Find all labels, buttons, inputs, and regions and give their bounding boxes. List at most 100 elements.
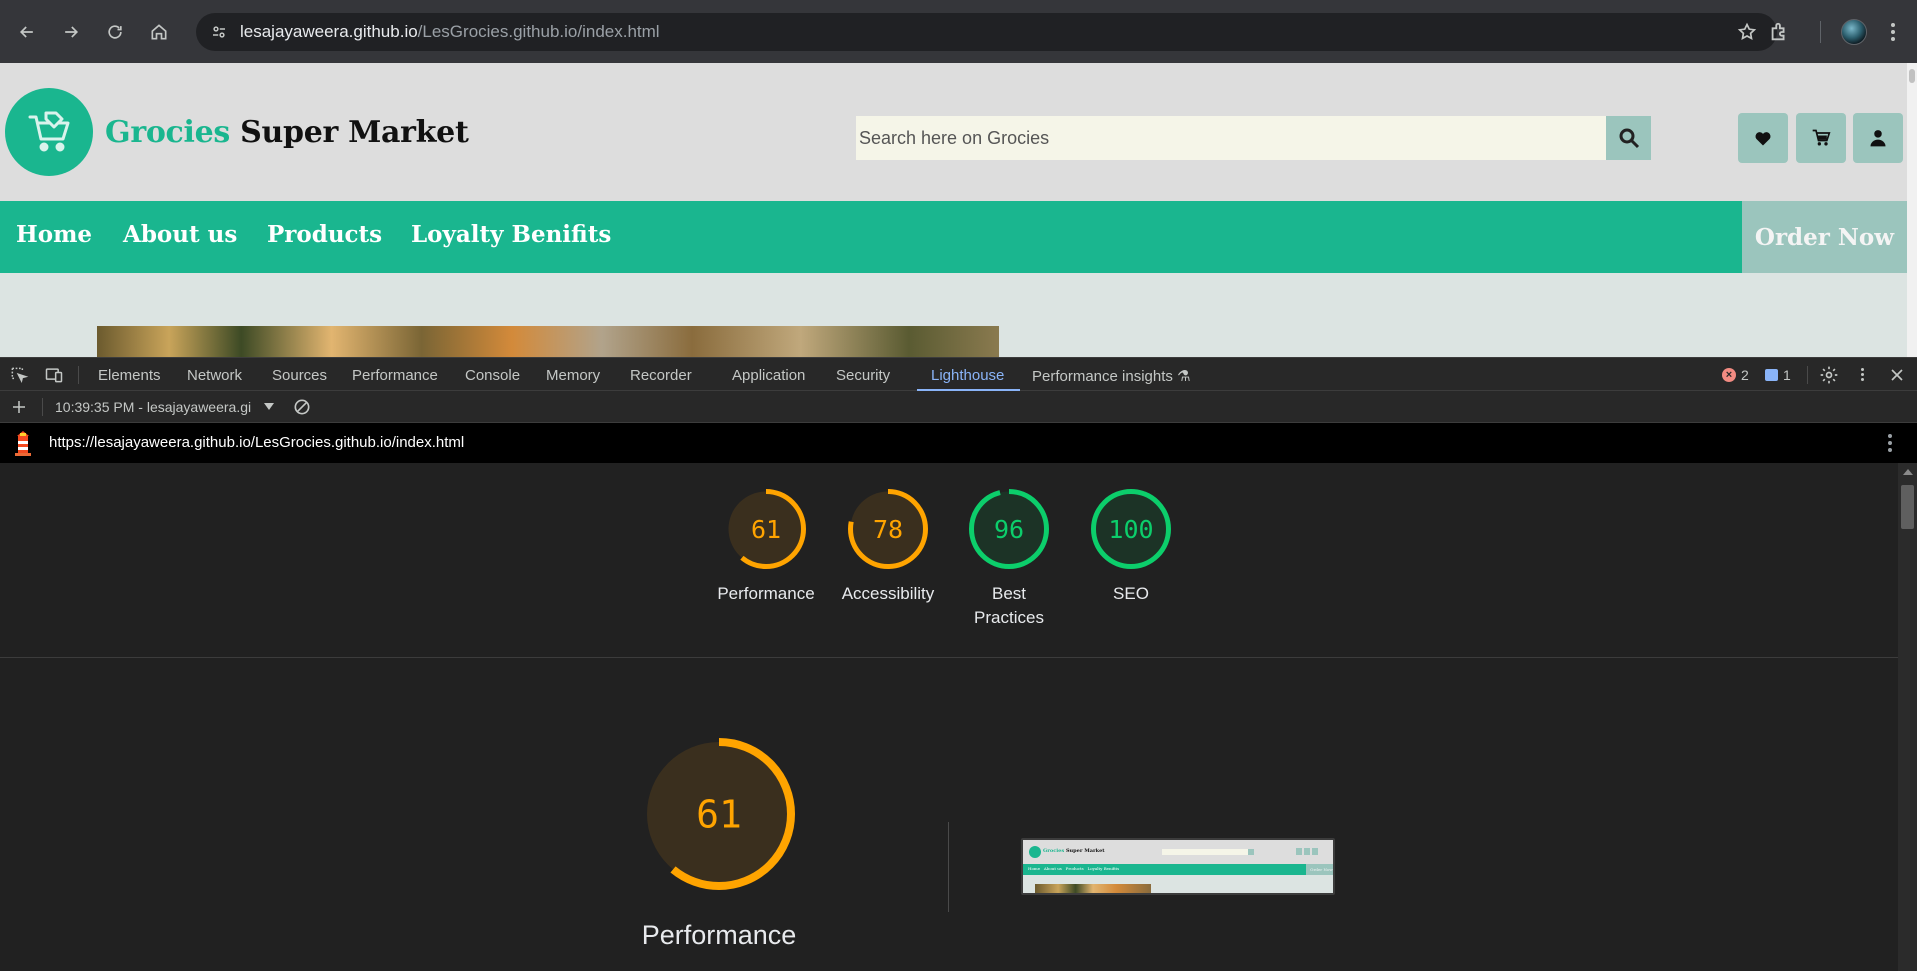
device-toolbar-icon[interactable] [44, 365, 64, 385]
gauge-performance[interactable]: 61 [725, 488, 807, 575]
tab-console[interactable]: Console [465, 367, 520, 384]
tab-separator [78, 366, 79, 384]
gauge-accessibility[interactable]: 78 [847, 488, 929, 575]
main-performance: 61 [643, 738, 795, 890]
lighthouse-report [0, 463, 1898, 971]
tab-performance-insights[interactable]: Performance insights ⚗ [1032, 367, 1191, 385]
shopping-cart-tag-icon [28, 111, 70, 152]
thumb-brand-green: Grocies [1043, 848, 1065, 854]
settings-gear-icon[interactable] [1819, 365, 1839, 385]
screen: lesajayaweera.github.io/LesGrocies.githu… [0, 0, 1917, 971]
nav-about[interactable]: About us [123, 221, 237, 248]
error-count-badge[interactable]: × 2 [1722, 367, 1749, 383]
tab-elements[interactable]: Elements [98, 367, 161, 384]
vertical-divider [948, 822, 949, 912]
bookmark-star-icon[interactable] [1737, 22, 1757, 42]
main-performance-value: 61 [696, 793, 742, 837]
thumb-brand-dark: Super Market [1065, 848, 1105, 854]
tab-sources[interactable]: Sources [272, 367, 327, 384]
message-count: 1 [1783, 367, 1791, 383]
cart-button[interactable] [1796, 113, 1846, 163]
report-url-bar: https://lesajayaweera.github.io/LesGroci… [0, 423, 1917, 463]
gauge-label-accessibility: Accessibility [841, 584, 935, 603]
hero-image [97, 326, 999, 357]
clear-icon[interactable] [292, 397, 312, 417]
gauge-seo[interactable]: 100 [1090, 488, 1172, 575]
home-button[interactable] [140, 13, 178, 51]
site-search-input[interactable]: Search here on Grocies [856, 116, 1606, 160]
seo-gauge-value: 100 [1108, 515, 1153, 544]
thumb-nav-products: Products [1065, 866, 1084, 871]
site-search-button[interactable] [1606, 116, 1651, 160]
report-menu-icon[interactable] [1888, 434, 1892, 452]
tab-memory[interactable]: Memory [546, 367, 600, 384]
brand-dark: Super Market [240, 115, 469, 150]
toolbar-separator [42, 398, 43, 416]
back-button[interactable] [8, 13, 46, 51]
forward-button[interactable] [52, 13, 90, 51]
inspect-element-icon[interactable] [9, 365, 29, 385]
thumb-nav-home: Home [1028, 866, 1041, 871]
nav-loyalty[interactable]: Loyalty Benifits [411, 221, 611, 248]
accessibility-gauge: 78 [848, 489, 928, 569]
tab-separator [1807, 366, 1808, 384]
nav-products[interactable]: Products [267, 221, 382, 248]
wishlist-button[interactable] [1738, 113, 1788, 163]
chrome-menu-icon[interactable] [1891, 22, 1895, 41]
toolbar-right [1768, 0, 1917, 63]
site-info-icon[interactable] [204, 17, 234, 47]
report-scrollbar[interactable] [1898, 463, 1917, 971]
plus-icon[interactable] [10, 398, 28, 416]
account-button[interactable] [1853, 113, 1903, 163]
gauge-label-performance: Performance [717, 584, 815, 603]
website-viewport: Grocies Super Market Search here on Groc… [0, 63, 1907, 357]
cart-icon [1812, 129, 1831, 146]
close-devtools-icon[interactable] [1887, 365, 1907, 385]
search-icon [1619, 128, 1639, 149]
site-logo[interactable] [5, 88, 93, 176]
site-brand[interactable]: Grocies Super Market [105, 115, 469, 150]
extensions-icon[interactable] [1768, 21, 1790, 43]
main-gauge-label: Performance [641, 920, 797, 950]
tab-application[interactable]: Application [732, 367, 805, 384]
toolbar-separator [1820, 20, 1821, 43]
address-bar[interactable]: lesajayaweera.github.io/LesGrocies.githu… [196, 13, 1777, 51]
tab-performance-insights-label: Performance insights [1032, 368, 1173, 385]
message-count-badge[interactable]: 1 [1765, 367, 1791, 383]
devtools-tab-bar: Elements Network Sources Performance Con… [0, 357, 1917, 391]
user-icon [1870, 130, 1886, 147]
url-path: /LesGrocies.github.io/index.html [417, 22, 660, 41]
profile-avatar[interactable] [1841, 18, 1867, 45]
gauge-best-practices[interactable]: 96 [968, 488, 1050, 575]
main-performance-gauge: 61 [642, 737, 796, 896]
tab-lighthouse[interactable]: Lighthouse [931, 367, 1004, 384]
tab-network[interactable]: Network [187, 367, 242, 384]
lighthouse-logo-icon [15, 431, 31, 456]
tab-security[interactable]: Security [836, 367, 890, 384]
tab-recorder[interactable]: Recorder [630, 367, 692, 384]
devtools-more-icon[interactable] [1861, 368, 1864, 381]
tab-performance[interactable]: Performance [352, 367, 438, 384]
browser-toolbar: lesajayaweera.github.io/LesGrocies.githu… [0, 0, 1917, 63]
lighthouse-toolbar: 10:39:35 PM - lesajayaweera.gi [0, 391, 1917, 423]
reload-button[interactable] [96, 13, 134, 51]
page-screenshot-thumbnail[interactable]: Grocies Super Market Home About us Produ… [1021, 838, 1335, 895]
error-count: 2 [1741, 367, 1749, 383]
gauge-label-best-practices: Best Practices [974, 584, 1044, 627]
arrow-right-icon [65, 25, 79, 38]
report-selector[interactable]: 10:39:35 PM - lesajayaweera.gi [55, 399, 251, 415]
order-now-button[interactable]: Order Now [1742, 201, 1907, 273]
report-url[interactable]: https://lesajayaweera.github.io/LesGroci… [49, 434, 464, 451]
error-icon: × [1722, 368, 1736, 382]
thumb-order-now: Order Now [1306, 864, 1333, 875]
best-practices-gauge: 96 [969, 489, 1049, 569]
best-practices-gauge-value: 96 [994, 515, 1024, 544]
nav-home[interactable]: Home [16, 221, 92, 248]
thumb-nav-loyalty: Loyalty Benifits [1087, 866, 1120, 871]
heart-icon [1755, 132, 1771, 146]
brand-green: Grocies [105, 115, 230, 150]
message-icon [1765, 369, 1778, 381]
site-scrollbar[interactable] [1907, 63, 1917, 357]
site-navbar: Home About us Products Loyalty Benifits … [0, 201, 1907, 273]
chevron-down-icon[interactable] [264, 403, 274, 410]
